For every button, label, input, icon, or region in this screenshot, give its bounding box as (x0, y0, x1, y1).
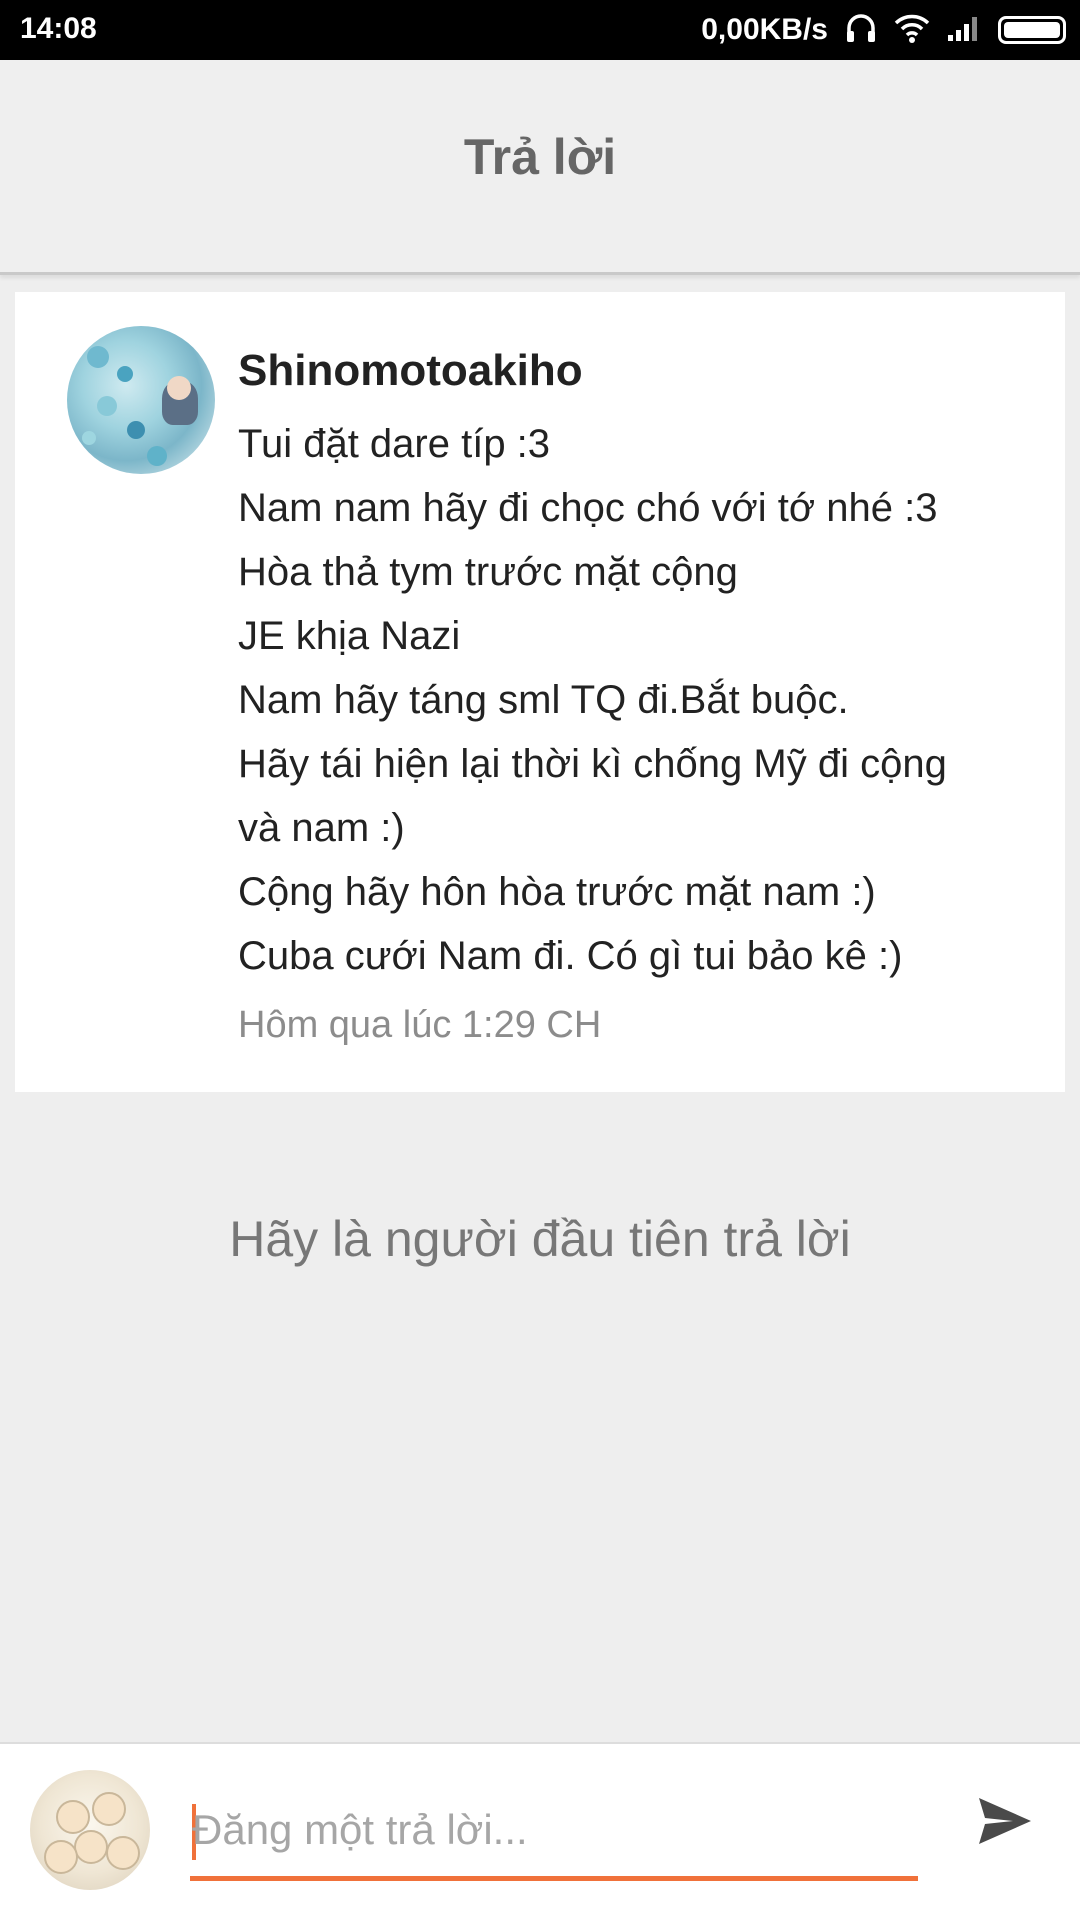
comment-line: Tui đặt dare típ :3 (238, 422, 551, 466)
comment-line: JE khịa Nazi (238, 614, 461, 658)
wifi-icon (894, 12, 930, 49)
avatar[interactable] (67, 326, 215, 474)
network-speed: 0,00KB/s (701, 13, 828, 46)
send-button[interactable] (970, 1788, 1040, 1858)
comment-line: Hãy tái hiện lại thời kì chống Mỹ đi cộn… (238, 742, 947, 786)
comment-line: Nam hãy táng sml TQ đi.Bắt buộc. (238, 678, 849, 722)
comment-card: Shinomotoakiho Tui đặt dare típ :3 Nam n… (15, 292, 1065, 1092)
comment-body: Tui đặt dare típ :3 Nam nam hãy đi chọc … (238, 412, 1038, 988)
avatar[interactable] (30, 1770, 150, 1890)
comment-line: Cuba cưới Nam đi. Có gì tui bảo kê :) (238, 934, 903, 978)
comment-line: và nam :) (238, 806, 405, 850)
reply-field[interactable] (190, 1780, 918, 1881)
status-bar: 14:08 0,00KB/s (0, 0, 1080, 60)
empty-state-text: Hãy là người đầu tiên trả lời (229, 1211, 851, 1267)
reply-input[interactable] (192, 1790, 892, 1870)
reply-bar (0, 1742, 1080, 1922)
status-time: 14:08 (20, 12, 97, 45)
comment-timestamp: Hôm qua lúc 1:29 CH (238, 1004, 602, 1046)
comment-line: Nam nam hãy đi chọc chó với tớ nhé :3 (238, 486, 938, 530)
status-icons: 0,00KB/s (701, 8, 1066, 52)
page-title: Trả lời (463, 129, 617, 185)
send-icon (977, 1796, 1033, 1851)
battery-icon (998, 16, 1066, 44)
comment-line: Cộng hãy hôn hòa trước mặt nam :) (238, 870, 876, 914)
app-bar: Trả lời (0, 60, 1080, 275)
headphones-icon (844, 11, 878, 50)
comment-username[interactable]: Shinomotoakiho (238, 346, 583, 396)
signal-icon (946, 13, 982, 48)
comment-line: Hòa thả tym trước mặt cộng (238, 550, 738, 594)
